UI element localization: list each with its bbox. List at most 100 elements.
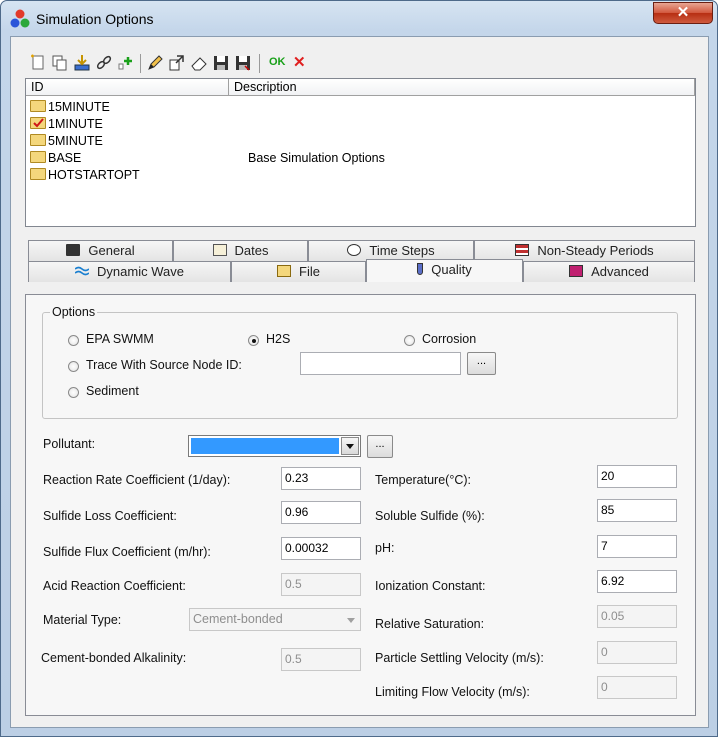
material-type-select: Cement-bonded	[189, 608, 361, 631]
erase-icon[interactable]	[189, 53, 209, 73]
material-type-value: Cement-bonded	[193, 612, 283, 626]
edit-icon[interactable]	[145, 53, 165, 73]
tab-non-steady-periods[interactable]: Non-Steady Periods	[474, 240, 695, 261]
checked-folder-icon	[30, 117, 46, 129]
new-icon[interactable]	[28, 53, 48, 73]
alkalinity-input: 0.5	[281, 648, 361, 671]
temperature-label: Temperature(°C):	[375, 473, 471, 487]
tab-label: Dates	[234, 243, 269, 258]
file-icon	[277, 265, 292, 277]
radio-label-h2s[interactable]: H2S	[266, 332, 290, 346]
ok-icon[interactable]: OK	[269, 56, 286, 68]
trace-node-input[interactable]	[300, 352, 461, 375]
material-type-label: Material Type:	[43, 613, 122, 627]
radio-epa-swmm[interactable]	[68, 335, 79, 346]
particle-settling-label: Particle Settling Velocity (m/s):	[375, 651, 544, 665]
soluble-sulfide-input[interactable]: 85	[597, 499, 677, 522]
limiting-flow-label: Limiting Flow Velocity (m/s):	[375, 685, 530, 699]
tab-dynamic-wave[interactable]: Dynamic Wave	[28, 261, 231, 282]
alkalinity-label: Cement-bonded Alkalinity:	[41, 651, 187, 665]
tab-label: General	[88, 243, 135, 258]
list-item-id: 15MINUTE	[48, 100, 110, 114]
tab-dates[interactable]: Dates	[173, 240, 308, 261]
radio-label-corrosion[interactable]: Corrosion	[422, 332, 476, 346]
general-icon	[66, 244, 81, 256]
chevron-down-icon	[347, 618, 355, 623]
relative-saturation-input: 0.05	[597, 605, 677, 628]
radio-sediment[interactable]	[68, 387, 79, 398]
acid-reaction-input: 0.5	[281, 573, 361, 596]
radio-h2s[interactable]	[248, 335, 259, 346]
tab-label: Time Steps	[369, 243, 435, 258]
tab-label: Quality	[431, 262, 472, 277]
dialog-client: OK ✕ ID Description 15MINUTE 1MINUTE 5MI…	[10, 36, 709, 728]
pollutant-select[interactable]	[188, 435, 361, 457]
particle-settling-input: 0	[597, 641, 677, 664]
title-bar[interactable]: Simulation Options ✕	[1, 1, 717, 35]
sulfide-loss-input[interactable]: 0.96	[281, 501, 361, 524]
quality-panel: Options EPA SWMM H2S Corrosion Trace Wit…	[25, 294, 696, 716]
clock-icon	[347, 244, 362, 256]
import-icon[interactable]	[72, 53, 92, 73]
limiting-flow-input: 0	[597, 676, 677, 699]
radio-trace[interactable]	[68, 361, 79, 372]
tab-label: File	[299, 264, 320, 279]
ionization-constant-input[interactable]: 6.92	[597, 570, 677, 593]
advanced-icon	[569, 265, 584, 277]
list-item[interactable]: BASE	[30, 150, 81, 167]
temperature-input[interactable]: 20	[597, 465, 677, 488]
toolbar-separator	[259, 54, 260, 73]
list-item[interactable]: 5MINUTE	[30, 133, 103, 150]
reaction-rate-label: Reaction Rate Coefficient (1/day):	[43, 473, 231, 487]
folder-icon	[30, 151, 46, 163]
copy-icon[interactable]	[50, 53, 70, 73]
calendar-icon	[212, 244, 227, 256]
list-item-id: HOTSTARTOPT	[48, 168, 140, 182]
app-icon	[10, 9, 30, 28]
acid-reaction-label: Acid Reaction Coefficient:	[43, 579, 186, 593]
relative-saturation-label: Relative Saturation:	[375, 617, 485, 631]
close-button[interactable]: ✕	[653, 2, 713, 24]
folder-icon	[30, 134, 46, 146]
soluble-sulfide-label: Soluble Sulfide (%):	[375, 509, 485, 523]
dialog-window: Simulation Options ✕ OK ✕ ID Description	[0, 0, 718, 737]
column-header-id[interactable]: ID	[26, 79, 229, 96]
tab-time-steps[interactable]: Time Steps	[308, 240, 474, 261]
column-header-description[interactable]: Description	[229, 79, 695, 96]
tab-general[interactable]: General	[28, 240, 173, 261]
ph-input[interactable]: 7	[597, 535, 677, 558]
list-item-id: 5MINUTE	[48, 134, 103, 148]
tab-advanced[interactable]: Advanced	[523, 261, 695, 282]
folder-icon	[30, 168, 46, 180]
tab-label: Non-Steady Periods	[537, 243, 654, 258]
dropdown-button[interactable]	[341, 437, 359, 455]
pollutant-browse-button[interactable]: ...	[367, 435, 393, 458]
folder-icon	[30, 100, 46, 112]
sulfide-flux-input[interactable]: 0.00032	[281, 537, 361, 560]
pollutant-label: Pollutant:	[43, 437, 96, 451]
save-icon[interactable]	[211, 53, 231, 73]
link-icon[interactable]	[94, 53, 114, 73]
list-item[interactable]: HOTSTARTOPT	[30, 167, 140, 184]
tab-file[interactable]: File	[231, 261, 366, 282]
beaker-icon	[417, 263, 424, 275]
trace-browse-button[interactable]: ...	[467, 352, 496, 375]
list-item[interactable]: 15MINUTE	[30, 99, 110, 116]
radio-label-epa-swmm[interactable]: EPA SWMM	[86, 332, 154, 346]
save-as-icon[interactable]	[233, 53, 253, 73]
list-item-description: Base Simulation Options	[248, 151, 385, 165]
radio-corrosion[interactable]	[404, 335, 415, 346]
tab-quality[interactable]: Quality	[366, 259, 523, 282]
add-icon[interactable]	[116, 53, 136, 73]
options-legend: Options	[50, 305, 98, 319]
radio-label-trace[interactable]: Trace With Source Node ID:	[86, 358, 242, 372]
list-item[interactable]: 1MINUTE	[30, 116, 103, 133]
window-title: Simulation Options	[36, 11, 154, 27]
options-list[interactable]: ID Description 15MINUTE 1MINUTE 5MINUTE …	[25, 78, 696, 227]
reaction-rate-input[interactable]: 0.23	[281, 467, 361, 490]
radio-label-sediment[interactable]: Sediment	[86, 384, 139, 398]
cancel-icon[interactable]: ✕	[293, 53, 306, 71]
table-icon	[515, 244, 530, 256]
pollutant-selected-value	[191, 438, 339, 454]
open-icon[interactable]	[167, 53, 187, 73]
